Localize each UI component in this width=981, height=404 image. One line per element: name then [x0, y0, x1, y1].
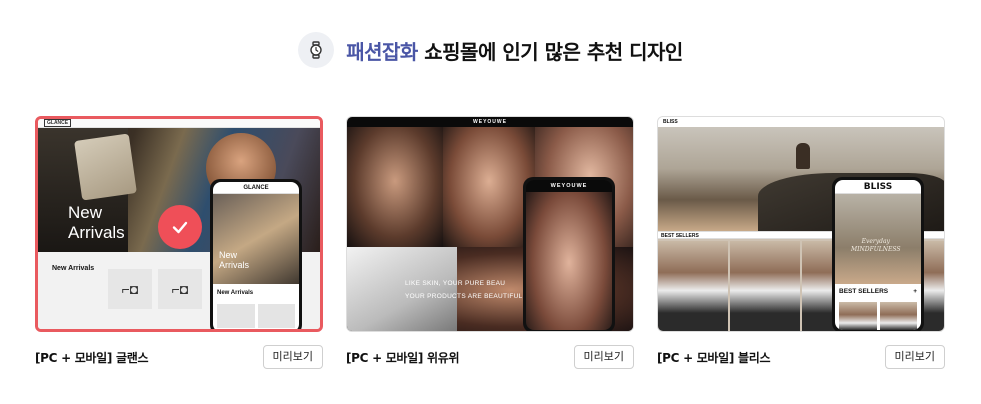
mobile-preview: GLANCE New Arrivals New Arrivals — [210, 179, 302, 329]
product-image: ⌐◘ — [158, 269, 202, 309]
model-image — [443, 127, 535, 247]
model-image — [730, 241, 800, 331]
hero-headline: New Arrivals — [68, 203, 125, 243]
mobile-hero — [213, 194, 299, 284]
mobile-hero-headline: New Arrivals — [219, 250, 249, 270]
mobile-hero-line-1: New — [219, 250, 238, 260]
preview-button[interactable]: 미리보기 — [884, 345, 945, 369]
mobile-product — [257, 304, 295, 328]
mobile-products — [839, 302, 917, 330]
card-footer: [PC + 모바일] 글랜스 미리보기 — [35, 345, 323, 369]
mobile-hero-text: Everyday MINDFULNESS — [851, 238, 901, 254]
card-footer: [PC + 모바일] 블리스 미리보기 — [657, 345, 945, 369]
brand-logo: BLISS — [658, 117, 944, 127]
hero-line-2: Arrivals — [68, 223, 125, 242]
glasses-icon: ⌐◘ — [171, 281, 189, 297]
mobile-screen: WEYOUWE — [526, 180, 612, 330]
heading-title: 패션잡화 쇼핑몰에 인기 많은 추천 디자인 — [346, 36, 683, 65]
heading-rest: 쇼핑몰에 인기 많은 추천 디자인 — [417, 39, 683, 64]
mobile-brand: WEYOUWE — [526, 180, 612, 192]
mobile-section-label: BEST SELLERS — [839, 288, 889, 295]
mobile-product — [217, 304, 255, 328]
template-thumbnail-glance[interactable]: GLANCE New Arrivals New Arrivals ⌐◘ ⌐◘ G… — [35, 116, 323, 332]
card-footer: [PC + 모바일] 위유위 미리보기 — [346, 345, 634, 369]
mobile-brand: BLISS — [835, 180, 921, 194]
watch-icon — [298, 32, 335, 68]
template-card-bliss: BLISS BEST SELLERS BLISS Everyday MINDFU… — [657, 116, 945, 369]
mobile-brand: GLANCE — [213, 182, 299, 194]
plus-icon: + — [913, 288, 917, 295]
model-image — [658, 241, 728, 331]
template-title: [PC + 모바일] 위유위 — [346, 350, 460, 365]
product-image: ⌐◘ — [108, 269, 152, 309]
script-line-2: MINDFULNESS — [851, 246, 901, 253]
preview-button[interactable]: 미리보기 — [573, 345, 634, 369]
mobile-preview: BLISS Everyday MINDFULNESS BEST SELLERS … — [832, 177, 924, 331]
mobile-product — [879, 302, 917, 330]
template-card-weyouwe: WEYOUWE LIKE SKIN, YOUR PURE BEAU YOUR P… — [346, 116, 634, 369]
selected-check-icon — [158, 205, 202, 249]
hero-line-1: New — [68, 203, 103, 222]
thumb-navbar: GLANCE — [38, 119, 320, 128]
template-title: [PC + 모바일] 글랜스 — [35, 350, 149, 365]
mobile-preview: WEYOUWE — [523, 177, 615, 331]
mobile-products — [217, 304, 295, 328]
template-thumbnail-bliss[interactable]: BLISS BEST SELLERS BLISS Everyday MINDFU… — [657, 116, 945, 332]
mobile-section-label: New Arrivals — [217, 290, 254, 296]
template-thumbnail-weyouwe[interactable]: WEYOUWE LIKE SKIN, YOUR PURE BEAU YOUR P… — [346, 116, 634, 332]
section-label: New Arrivals — [52, 265, 95, 272]
glasses-icon: ⌐◘ — [121, 281, 139, 297]
model-image — [347, 127, 443, 247]
brand-logo: WEYOUWE — [347, 117, 633, 127]
section-heading: 패션잡화 쇼핑몰에 인기 많은 추천 디자인 — [0, 30, 981, 70]
preview-button[interactable]: 미리보기 — [262, 345, 323, 369]
template-title: [PC + 모바일] 블리스 — [657, 350, 771, 365]
brand-logo: GLANCE — [44, 119, 72, 127]
yoga-figure — [796, 143, 810, 169]
mobile-screen: BLISS Everyday MINDFULNESS BEST SELLERS … — [835, 180, 921, 330]
mobile-screen: GLANCE New Arrivals New Arrivals — [213, 182, 299, 329]
mobile-section-header: BEST SELLERS + — [839, 288, 917, 295]
heading-accent: 패션잡화 — [346, 39, 418, 64]
bag-image — [74, 133, 137, 201]
template-card-glance: GLANCE New Arrivals New Arrivals ⌐◘ ⌐◘ G… — [35, 116, 323, 369]
mobile-hero-line-2: Arrivals — [219, 260, 250, 270]
script-line-1: Everyday — [861, 238, 890, 245]
mobile-product — [839, 302, 877, 330]
